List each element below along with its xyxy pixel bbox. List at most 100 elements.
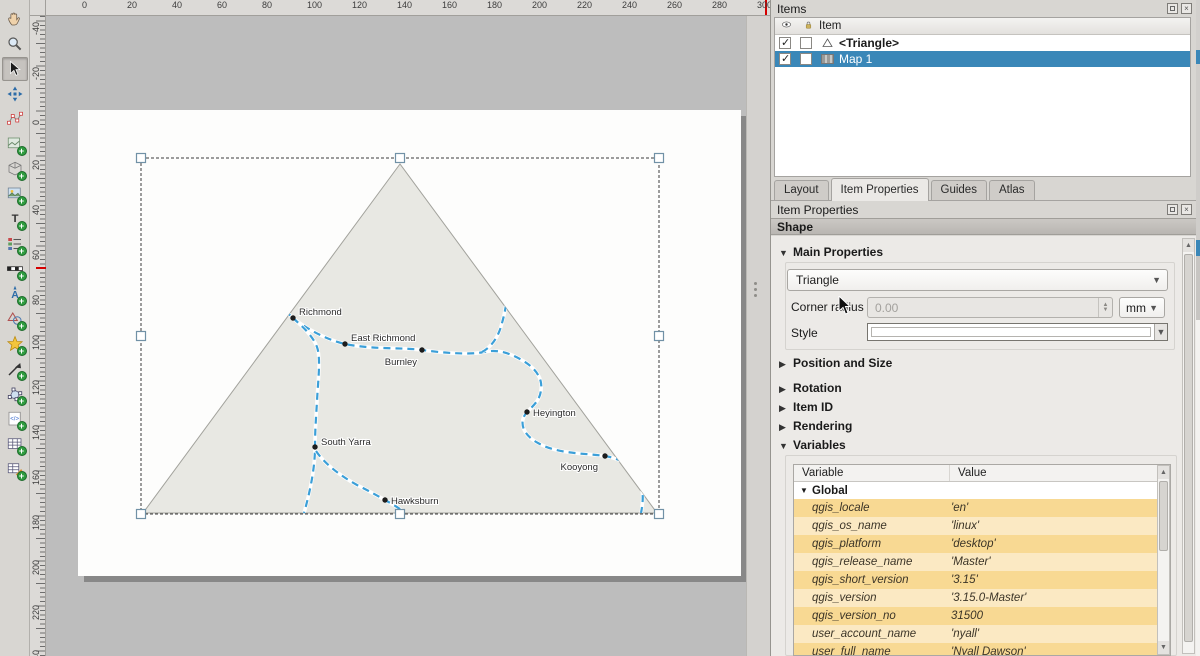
- variables-section[interactable]: ▼Variables: [779, 438, 846, 452]
- close-icon[interactable]: ×: [1181, 204, 1192, 215]
- add-north-arrow-button[interactable]: +: [2, 282, 28, 306]
- item-row-map[interactable]: Map 1: [775, 51, 1190, 67]
- undock-icon[interactable]: [1167, 3, 1178, 14]
- collapse-triangle-icon: ▼: [800, 486, 812, 495]
- ruler-number: 80: [262, 0, 272, 10]
- collapsed-section[interactable]: ▶Rotation: [779, 381, 842, 395]
- scroll-up-icon[interactable]: ▲: [1183, 239, 1194, 252]
- add-plus-badge: +: [17, 446, 27, 456]
- add-node-item-button[interactable]: +: [2, 382, 28, 406]
- add-label-button[interactable]: +: [2, 207, 28, 231]
- ruler-number: 200: [532, 0, 547, 10]
- ruler-number: 20: [127, 0, 137, 10]
- undock-icon[interactable]: [1167, 204, 1178, 215]
- splitter-handle[interactable]: [754, 282, 757, 300]
- add-html-button[interactable]: +: [2, 407, 28, 431]
- add-shape-button[interactable]: +: [2, 307, 28, 331]
- add-plus-badge: +: [17, 396, 27, 406]
- variable-rows: qgis_locale 'en' qgis_os_name 'linux' qg…: [794, 499, 1170, 656]
- dock-tab[interactable]: Guides: [931, 180, 987, 200]
- ruler-position-indicator: [36, 267, 46, 269]
- item-properties-content: ▼Main Properties Triangle ▼ Corner radiu…: [771, 236, 1196, 656]
- add-scalebar-button[interactable]: +: [2, 257, 28, 281]
- unit-combobox[interactable]: mm ▼: [1119, 297, 1165, 318]
- collapse-triangle-icon: ▼: [779, 248, 793, 258]
- dock-tab[interactable]: Layout: [774, 180, 829, 200]
- variable-row: qgis_version '3.15.0-Master': [794, 589, 1170, 607]
- eye-icon: [775, 19, 797, 33]
- variable-row: qgis_platform 'desktop': [794, 535, 1170, 553]
- spin-buttons[interactable]: ▲▼: [1098, 298, 1112, 317]
- collapsed-section[interactable]: ▶Item ID: [779, 400, 833, 414]
- ruler-number: 280: [712, 0, 727, 10]
- scroll-down-icon[interactable]: ▼: [1158, 641, 1169, 654]
- item-label: Map 1: [839, 52, 872, 66]
- canvas-scroll-area[interactable]: [746, 16, 770, 656]
- scroll-up-icon[interactable]: ▲: [1158, 466, 1169, 479]
- visibility-checkbox[interactable]: [779, 53, 791, 65]
- shape-type-combobox[interactable]: Triangle ▼: [787, 269, 1168, 291]
- map-item-icon: [819, 54, 835, 64]
- collapsed-section[interactable]: ▶Position and Size: [779, 356, 892, 370]
- dock-tabs: Layout Item Properties Guides Atlas: [771, 178, 1196, 201]
- ruler-number: 240: [31, 650, 41, 656]
- variable-row: user_account_name 'nyall': [794, 625, 1170, 643]
- add-plus-badge: +: [17, 421, 27, 431]
- add-plus-badge: +: [17, 296, 27, 306]
- add-legend-button[interactable]: +: [2, 232, 28, 256]
- ruler-number: 20: [31, 160, 41, 170]
- select-move-item-button[interactable]: [2, 57, 28, 81]
- variables-scrollbar[interactable]: ▲ ▼: [1157, 465, 1170, 655]
- item-row-triangle[interactable]: <Triangle>: [775, 35, 1190, 51]
- add-arrow-button[interactable]: +: [2, 357, 28, 381]
- dock-tab[interactable]: Item Properties: [831, 178, 929, 201]
- ruler-number: 180: [31, 515, 41, 530]
- variable-row: qgis_version_no 31500: [794, 607, 1170, 625]
- add-plus-badge: +: [17, 471, 27, 481]
- ruler-corner: [30, 0, 46, 16]
- top-ruler: 0204060801001201401601802002202402602803…: [46, 0, 770, 16]
- item-label: <Triangle>: [839, 36, 899, 50]
- add-plus-badge: +: [17, 246, 27, 256]
- items-panel-title: Items: [777, 2, 806, 16]
- pan-layout-button[interactable]: [2, 7, 28, 31]
- add-plus-badge: +: [17, 321, 27, 331]
- properties-scrollbar[interactable]: ▲: [1182, 238, 1195, 654]
- chevron-down-icon: ▼: [1152, 275, 1161, 285]
- add-fixed-table-button[interactable]: +: [2, 457, 28, 481]
- main-properties-section[interactable]: ▼Main Properties: [779, 245, 883, 259]
- ruler-number: 240: [622, 0, 637, 10]
- collapsed-section[interactable]: ▶Rendering: [779, 419, 852, 433]
- ruler-number: 40: [172, 0, 182, 10]
- dock-tab[interactable]: Atlas: [989, 180, 1035, 200]
- variables-group-row[interactable]: ▼ Global: [794, 482, 1170, 499]
- ruler-number: 100: [31, 335, 41, 350]
- items-panel-titlebar: Items ×: [771, 0, 1196, 17]
- layout-toolbox: + + + + + + + +: [0, 0, 30, 656]
- style-button[interactable]: ▼: [867, 323, 1168, 341]
- ruler-number: 260: [667, 0, 682, 10]
- ruler-number: 140: [397, 0, 412, 10]
- corner-radius-spinbox[interactable]: 0.00 ▲▼: [867, 297, 1113, 318]
- left-ruler: -40-20020406080100120140160180200220240: [30, 16, 46, 656]
- zoom-tool-button[interactable]: [2, 32, 28, 56]
- close-icon[interactable]: ×: [1181, 3, 1192, 14]
- add-picture-button[interactable]: +: [2, 182, 28, 206]
- add-map-button[interactable]: +: [2, 132, 28, 156]
- ruler-number: 180: [487, 0, 502, 10]
- visibility-checkbox[interactable]: [779, 37, 791, 49]
- move-item-content-button[interactable]: [2, 82, 28, 106]
- ruler-number: 160: [442, 0, 457, 10]
- layout-canvas[interactable]: RichmondEast RichmondBurnleyHeyingtonSou…: [46, 16, 770, 656]
- edit-nodes-item-button[interactable]: [2, 107, 28, 131]
- add-marker-button[interactable]: +: [2, 332, 28, 356]
- style-label: Style: [791, 326, 818, 340]
- add-attribute-table-button[interactable]: +: [2, 432, 28, 456]
- add-3d-map-button[interactable]: +: [2, 157, 28, 181]
- layout-page[interactable]: [78, 110, 741, 576]
- ruler-number: 80: [31, 295, 41, 305]
- ruler-number: 120: [31, 380, 41, 395]
- ruler-number: -40: [31, 22, 41, 35]
- lock-checkbox[interactable]: [800, 53, 812, 65]
- lock-checkbox[interactable]: [800, 37, 812, 49]
